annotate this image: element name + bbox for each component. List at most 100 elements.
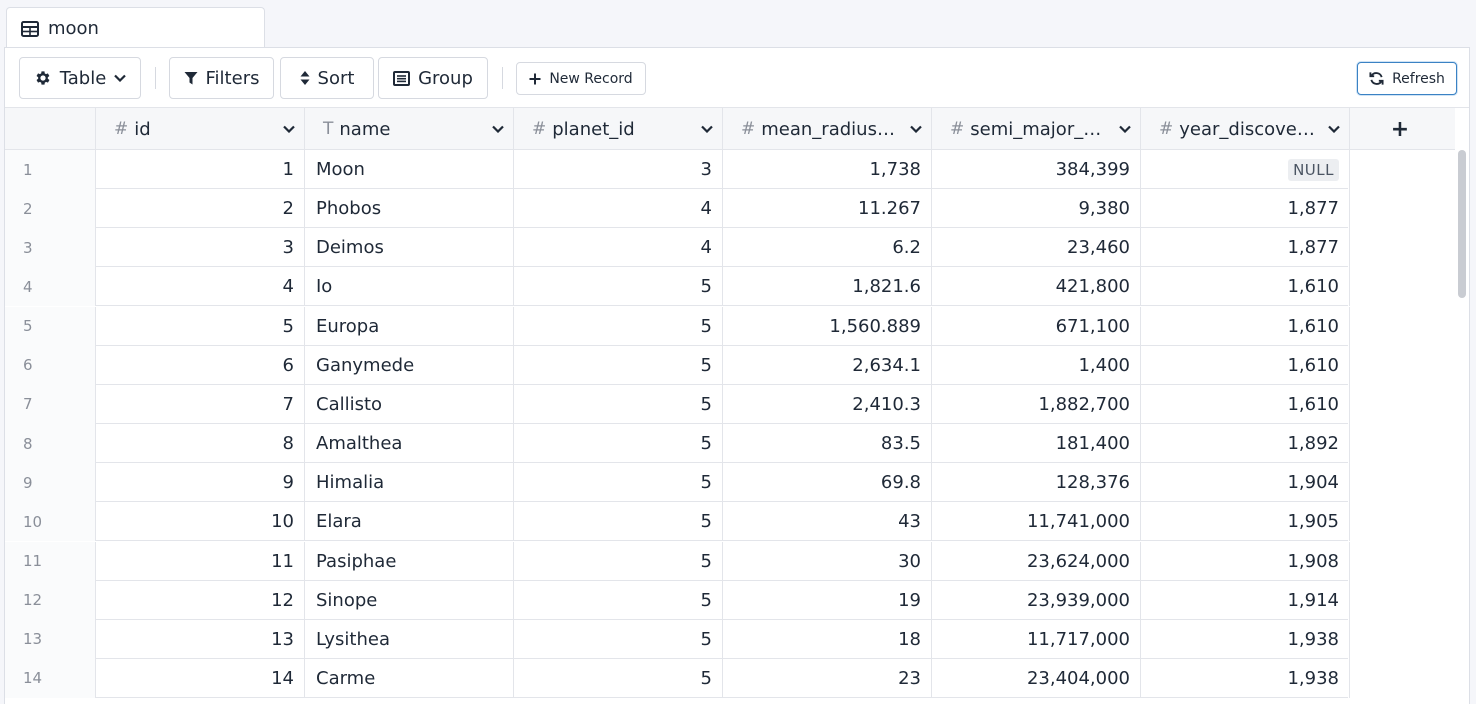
- cell-id[interactable]: 8: [96, 424, 305, 464]
- cell-semi-major-axis[interactable]: 181,400: [932, 424, 1141, 464]
- chevron-down-icon[interactable]: [1110, 125, 1140, 133]
- cell-planet-id[interactable]: 5: [514, 424, 723, 464]
- cell-mean-radius[interactable]: 2,410.3: [723, 384, 932, 424]
- column-header-semi-major-axis[interactable]: # semi_major_a...: [932, 108, 1141, 150]
- cell-id[interactable]: 9: [96, 463, 305, 503]
- cell-id[interactable]: 4: [96, 267, 305, 307]
- table-row[interactable]: 6 6 Ganymede 5 2,634.1 1,400 1,610: [5, 345, 1350, 385]
- cell-name[interactable]: Pasiphae: [305, 541, 514, 581]
- scrollbar-thumb[interactable]: [1458, 150, 1466, 298]
- cell-name[interactable]: Deimos: [305, 228, 514, 268]
- cell-id[interactable]: 3: [96, 228, 305, 268]
- cell-planet-id[interactable]: 5: [514, 463, 723, 503]
- cell-planet-id[interactable]: 5: [514, 345, 723, 385]
- cell-mean-radius[interactable]: 19: [723, 580, 932, 620]
- cell-semi-major-axis[interactable]: 1,882,700: [932, 384, 1141, 424]
- column-header-name[interactable]: Tname: [305, 108, 514, 150]
- cell-name[interactable]: Amalthea: [305, 424, 514, 464]
- cell-name[interactable]: Sinope: [305, 580, 514, 620]
- cell-id[interactable]: 12: [96, 580, 305, 620]
- cell-year-discovered[interactable]: 1,938: [1141, 658, 1350, 698]
- cell-planet-id[interactable]: 5: [514, 541, 723, 581]
- chevron-down-icon[interactable]: [692, 125, 722, 133]
- cell-id[interactable]: 13: [96, 619, 305, 659]
- cell-semi-major-axis[interactable]: 23,404,000: [932, 658, 1141, 698]
- cell-name[interactable]: Europa: [305, 306, 514, 346]
- cell-year-discovered[interactable]: 1,610: [1141, 384, 1350, 424]
- cell-year-discovered[interactable]: 1,914: [1141, 580, 1350, 620]
- cell-year-discovered[interactable]: 1,877: [1141, 228, 1350, 268]
- cell-year-discovered[interactable]: 1,938: [1141, 619, 1350, 659]
- view-type-dropdown[interactable]: Table: [19, 57, 141, 99]
- cell-name[interactable]: Elara: [305, 502, 514, 542]
- cell-id[interactable]: 10: [96, 502, 305, 542]
- cell-semi-major-axis[interactable]: 9,380: [932, 189, 1141, 229]
- cell-planet-id[interactable]: 5: [514, 502, 723, 542]
- cell-semi-major-axis[interactable]: 671,100: [932, 306, 1141, 346]
- column-header-mean-radius[interactable]: # mean_radius_...: [723, 108, 932, 150]
- table-row[interactable]: 4 4 Io 5 1,821.6 421,800 1,610: [5, 267, 1350, 307]
- cell-name[interactable]: Carme: [305, 658, 514, 698]
- cell-semi-major-axis[interactable]: 384,399: [932, 150, 1141, 189]
- cell-id[interactable]: 14: [96, 658, 305, 698]
- cell-name[interactable]: Himalia: [305, 463, 514, 503]
- cell-name[interactable]: Io: [305, 267, 514, 307]
- sort-button[interactable]: Sort: [280, 57, 374, 99]
- column-header-year-discovered[interactable]: # year_discover...: [1141, 108, 1350, 150]
- cell-planet-id[interactable]: 5: [514, 658, 723, 698]
- cell-id[interactable]: 2: [96, 189, 305, 229]
- cell-name[interactable]: Moon: [305, 150, 514, 189]
- chevron-down-icon[interactable]: [274, 125, 304, 133]
- cell-year-discovered[interactable]: 1,610: [1141, 345, 1350, 385]
- cell-planet-id[interactable]: 3: [514, 150, 723, 189]
- table-row[interactable]: 7 7 Callisto 5 2,410.3 1,882,700 1,610: [5, 384, 1350, 424]
- cell-mean-radius[interactable]: 2,634.1: [723, 345, 932, 385]
- cell-mean-radius[interactable]: 11.267: [723, 189, 932, 229]
- cell-id[interactable]: 1: [96, 150, 305, 189]
- cell-mean-radius[interactable]: 18: [723, 619, 932, 659]
- chevron-down-icon[interactable]: [1319, 125, 1349, 133]
- filters-button[interactable]: Filters: [169, 57, 274, 99]
- table-row[interactable]: 5 5 Europa 5 1,560.889 671,100 1,610: [5, 306, 1350, 346]
- tab-moon[interactable]: moon: [6, 7, 265, 49]
- vertical-scrollbar[interactable]: [1455, 150, 1469, 704]
- table-row[interactable]: 11 11 Pasiphae 5 30 23,624,000 1,908: [5, 541, 1350, 581]
- cell-planet-id[interactable]: 5: [514, 384, 723, 424]
- table-row[interactable]: 12 12 Sinope 5 19 23,939,000 1,914: [5, 580, 1350, 620]
- cell-name[interactable]: Phobos: [305, 189, 514, 229]
- column-header-planet-id[interactable]: # planet_id: [514, 108, 723, 150]
- table-row[interactable]: 1 1 Moon 3 1,738 384,399 NULL: [5, 150, 1350, 189]
- cell-mean-radius[interactable]: 30: [723, 541, 932, 581]
- cell-mean-radius[interactable]: 43: [723, 502, 932, 542]
- chevron-down-icon[interactable]: [901, 125, 931, 133]
- cell-name[interactable]: Ganymede: [305, 345, 514, 385]
- cell-year-discovered[interactable]: 1,877: [1141, 189, 1350, 229]
- refresh-button[interactable]: Refresh: [1357, 62, 1457, 95]
- table-row[interactable]: 9 9 Himalia 5 69.8 128,376 1,904: [5, 463, 1350, 503]
- cell-name[interactable]: Callisto: [305, 384, 514, 424]
- cell-semi-major-axis[interactable]: 23,939,000: [932, 580, 1141, 620]
- add-column-button[interactable]: +: [1350, 108, 1450, 150]
- cell-planet-id[interactable]: 5: [514, 619, 723, 659]
- table-row[interactable]: 10 10 Elara 5 43 11,741,000 1,905: [5, 502, 1350, 542]
- cell-semi-major-axis[interactable]: 1,400: [932, 345, 1141, 385]
- cell-mean-radius[interactable]: 83.5: [723, 424, 932, 464]
- table-row[interactable]: 2 2 Phobos 4 11.267 9,380 1,877: [5, 189, 1350, 229]
- group-button[interactable]: Group: [378, 57, 488, 99]
- new-record-button[interactable]: New Record: [516, 62, 646, 95]
- cell-semi-major-axis[interactable]: 23,624,000: [932, 541, 1141, 581]
- cell-mean-radius[interactable]: 6.2: [723, 228, 932, 268]
- cell-year-discovered[interactable]: 1,610: [1141, 306, 1350, 346]
- cell-semi-major-axis[interactable]: 23,460: [932, 228, 1141, 268]
- table-row[interactable]: 8 8 Amalthea 5 83.5 181,400 1,892: [5, 424, 1350, 464]
- table-row[interactable]: 14 14 Carme 5 23 23,404,000 1,938: [5, 658, 1350, 698]
- cell-semi-major-axis[interactable]: 11,741,000: [932, 502, 1141, 542]
- cell-id[interactable]: 7: [96, 384, 305, 424]
- cell-semi-major-axis[interactable]: 128,376: [932, 463, 1141, 503]
- cell-year-discovered[interactable]: 1,892: [1141, 424, 1350, 464]
- cell-mean-radius[interactable]: 23: [723, 658, 932, 698]
- cell-id[interactable]: 6: [96, 345, 305, 385]
- cell-planet-id[interactable]: 4: [514, 228, 723, 268]
- cell-semi-major-axis[interactable]: 421,800: [932, 267, 1141, 307]
- cell-id[interactable]: 5: [96, 306, 305, 346]
